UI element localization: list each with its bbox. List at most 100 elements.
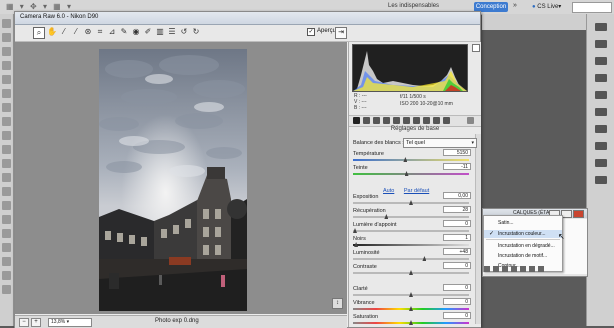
slider-thumb[interactable] bbox=[409, 306, 413, 311]
lens-tab-icon[interactable] bbox=[403, 117, 410, 124]
menu-item[interactable]: Satin... bbox=[484, 219, 562, 227]
slider-thumb[interactable] bbox=[384, 214, 389, 219]
slider-value-field[interactable]: 28 bbox=[443, 206, 471, 213]
panel-icon-2[interactable] bbox=[595, 40, 607, 48]
app-bar-tools[interactable]: ▦ ▾ ✥ ▾ ▦ ▾ bbox=[6, 2, 73, 11]
slider-thumb[interactable] bbox=[353, 228, 357, 233]
slider-track[interactable] bbox=[353, 200, 469, 205]
effects-tab-icon[interactable] bbox=[413, 117, 420, 124]
red-eye-icon[interactable]: ◉ bbox=[131, 27, 141, 37]
clipping-warning-icon[interactable] bbox=[472, 44, 480, 52]
auto-link[interactable]: Auto bbox=[383, 188, 394, 194]
slider-value-field[interactable]: 0 bbox=[443, 262, 471, 269]
slider-track[interactable] bbox=[353, 228, 469, 233]
slider-thumb[interactable] bbox=[409, 292, 413, 297]
rotate-left-icon[interactable]: ↺ bbox=[179, 27, 189, 37]
preferences-icon[interactable]: ☰ bbox=[167, 27, 177, 37]
gradient-tool-icon[interactable] bbox=[2, 173, 11, 182]
rotate-right-icon[interactable]: ↻ bbox=[191, 27, 201, 37]
lasso-tool-icon[interactable] bbox=[2, 47, 11, 56]
target-adjust-icon[interactable]: ⊛ bbox=[83, 27, 93, 37]
slider-track[interactable] bbox=[353, 320, 469, 325]
slider-thumb[interactable] bbox=[354, 242, 359, 247]
slider-track[interactable] bbox=[353, 292, 469, 297]
split-toning-tab-icon[interactable] bbox=[393, 117, 400, 124]
slider-value-field[interactable]: -11 bbox=[443, 163, 471, 170]
slider-track[interactable] bbox=[353, 306, 469, 311]
detail-tab-icon[interactable] bbox=[373, 117, 380, 124]
slider-value-field[interactable]: 0 bbox=[443, 220, 471, 227]
cs-live-button[interactable]: ● CS Live▾ bbox=[532, 2, 561, 12]
graduated-filter-icon[interactable]: ▥ bbox=[155, 27, 165, 37]
pen-tool-icon[interactable] bbox=[2, 215, 11, 224]
dodge-tool-icon[interactable] bbox=[2, 201, 11, 210]
default-link[interactable]: Par défaut bbox=[404, 188, 429, 194]
slider-thumb[interactable] bbox=[403, 157, 408, 162]
panel-icon-7[interactable] bbox=[595, 125, 607, 133]
slider-track[interactable] bbox=[353, 157, 469, 162]
crop-icon[interactable]: ⌗ bbox=[95, 27, 105, 37]
zoom-icon[interactable]: ⌕ bbox=[33, 27, 45, 39]
eraser-tool-icon[interactable] bbox=[2, 159, 11, 168]
double-chevron-icon[interactable]: » bbox=[513, 2, 517, 9]
snapshots-tab-icon[interactable] bbox=[443, 117, 450, 124]
slider-thumb[interactable] bbox=[409, 270, 413, 275]
workflow-options-icon[interactable]: ↕ bbox=[332, 298, 343, 309]
marquee-tool-icon[interactable] bbox=[2, 33, 11, 42]
fullscreen-icon[interactable]: ⇥ bbox=[335, 27, 347, 39]
move-tool-icon[interactable] bbox=[2, 19, 11, 28]
adjustment-brush-icon[interactable]: ✐ bbox=[143, 27, 153, 37]
brush-tool-icon[interactable] bbox=[2, 117, 11, 126]
shape-tool-icon[interactable] bbox=[2, 257, 11, 266]
tone-curve-tab-icon[interactable] bbox=[363, 117, 370, 124]
workspace-label[interactable]: Les indispensables bbox=[388, 3, 439, 9]
slider-track[interactable] bbox=[353, 242, 469, 247]
slider-track[interactable] bbox=[353, 256, 469, 261]
slider-thumb[interactable] bbox=[409, 200, 413, 205]
panel-icon-6[interactable] bbox=[595, 108, 607, 116]
slider-value-field[interactable]: 0 bbox=[443, 312, 471, 319]
slider-value-field[interactable]: 1 bbox=[443, 234, 471, 241]
group-icon[interactable] bbox=[520, 266, 526, 272]
path-select-icon[interactable] bbox=[2, 243, 11, 252]
slider-track[interactable] bbox=[353, 171, 469, 176]
crop-tool-icon[interactable] bbox=[2, 75, 11, 84]
basic-tab-icon[interactable] bbox=[353, 117, 360, 124]
slider-value-field[interactable]: 0 bbox=[443, 298, 471, 305]
straighten-icon[interactable]: ⊿ bbox=[107, 27, 117, 37]
camera-calibration-tab-icon[interactable] bbox=[423, 117, 430, 124]
slider-value-field[interactable]: 0 bbox=[443, 284, 471, 291]
blur-tool-icon[interactable] bbox=[2, 187, 11, 196]
history-brush-icon[interactable] bbox=[2, 145, 11, 154]
slider-thumb[interactable] bbox=[404, 171, 409, 176]
panel-icon-9[interactable] bbox=[595, 159, 607, 167]
close-button[interactable] bbox=[573, 210, 584, 218]
panel-menu-icon[interactable] bbox=[467, 117, 474, 124]
hand-icon[interactable]: ✋ bbox=[47, 27, 57, 37]
zoom-tool-icon[interactable] bbox=[2, 285, 11, 294]
white-balance-select[interactable]: Tel quel ▾ bbox=[403, 138, 477, 148]
color-sampler-icon[interactable]: ⁄ bbox=[71, 27, 81, 37]
wand-tool-icon[interactable] bbox=[2, 61, 11, 70]
heal-tool-icon[interactable] bbox=[2, 103, 11, 112]
panel-icon-5[interactable] bbox=[595, 91, 607, 99]
new-layer-icon[interactable] bbox=[529, 266, 535, 272]
slider-thumb[interactable] bbox=[422, 256, 427, 261]
eyedropper-tool-icon[interactable] bbox=[2, 89, 11, 98]
slider-track[interactable] bbox=[353, 214, 469, 219]
slider-value-field[interactable]: 5150 bbox=[443, 149, 471, 156]
panel-icon-8[interactable] bbox=[595, 142, 607, 150]
window-titlebar[interactable]: Camera Raw 6.0 - Nikon D90 bbox=[15, 12, 480, 25]
slider-value-field[interactable]: 0,00 bbox=[443, 192, 471, 199]
hand-tool-icon[interactable] bbox=[2, 271, 11, 280]
presets-tab-icon[interactable] bbox=[433, 117, 440, 124]
panel-icon-1[interactable] bbox=[595, 23, 607, 31]
slider-value-field[interactable]: +48 bbox=[443, 248, 471, 255]
fx-icon[interactable] bbox=[493, 266, 499, 272]
link-layers-icon[interactable] bbox=[484, 266, 490, 272]
white-balance-icon[interactable]: ⁄ bbox=[59, 27, 69, 37]
search-field[interactable] bbox=[572, 2, 612, 13]
slider-track[interactable] bbox=[353, 270, 469, 275]
slider-thumb[interactable] bbox=[409, 320, 413, 325]
panel-scrollbar[interactable] bbox=[475, 134, 481, 324]
